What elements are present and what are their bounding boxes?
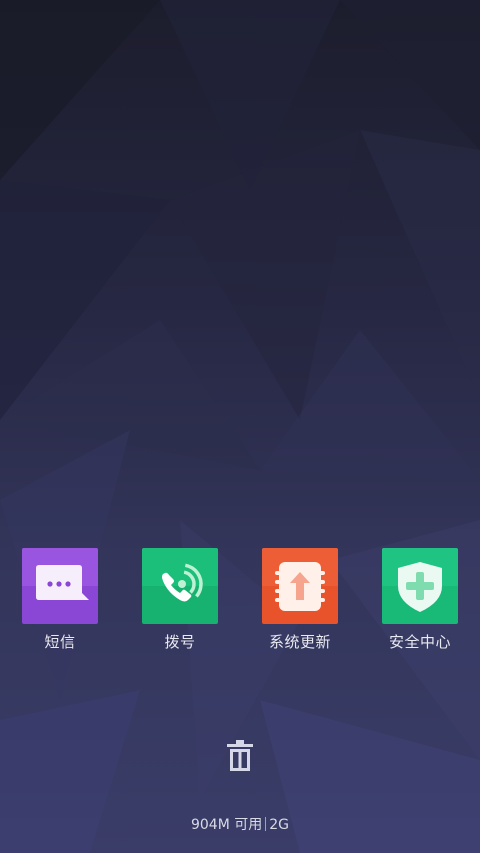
app-label: 系统更新 — [268, 633, 331, 651]
wallpaper — [0, 0, 480, 853]
phone-icon — [142, 548, 218, 624]
app-security-center[interactable]: 安全中心 — [365, 548, 475, 658]
app-system-update[interactable]: 系统更新 — [245, 548, 355, 658]
memory-divider — [265, 817, 267, 831]
memory-available: 904M 可用 — [190, 817, 263, 833]
app-sms[interactable]: 短信 — [5, 548, 115, 658]
trash-icon — [227, 740, 253, 771]
recent-apps-row: 短信 拨号 系统更新 安全中心 — [0, 548, 480, 658]
app-label: 短信 — [44, 633, 76, 651]
memory-total: 2G — [269, 817, 290, 833]
app-label: 安全中心 — [388, 633, 451, 651]
memory-status: 904M 可用 2G — [0, 816, 480, 834]
shield-icon — [382, 548, 458, 624]
update-icon — [262, 548, 338, 624]
app-dialer[interactable]: 拨号 — [125, 548, 235, 658]
message-icon — [22, 548, 98, 624]
app-label: 拨号 — [164, 633, 196, 651]
recent-apps-screen: 短信 拨号 系统更新 安全中心 904M 可用 2G — [0, 0, 480, 853]
clear-all-button[interactable] — [224, 738, 256, 774]
